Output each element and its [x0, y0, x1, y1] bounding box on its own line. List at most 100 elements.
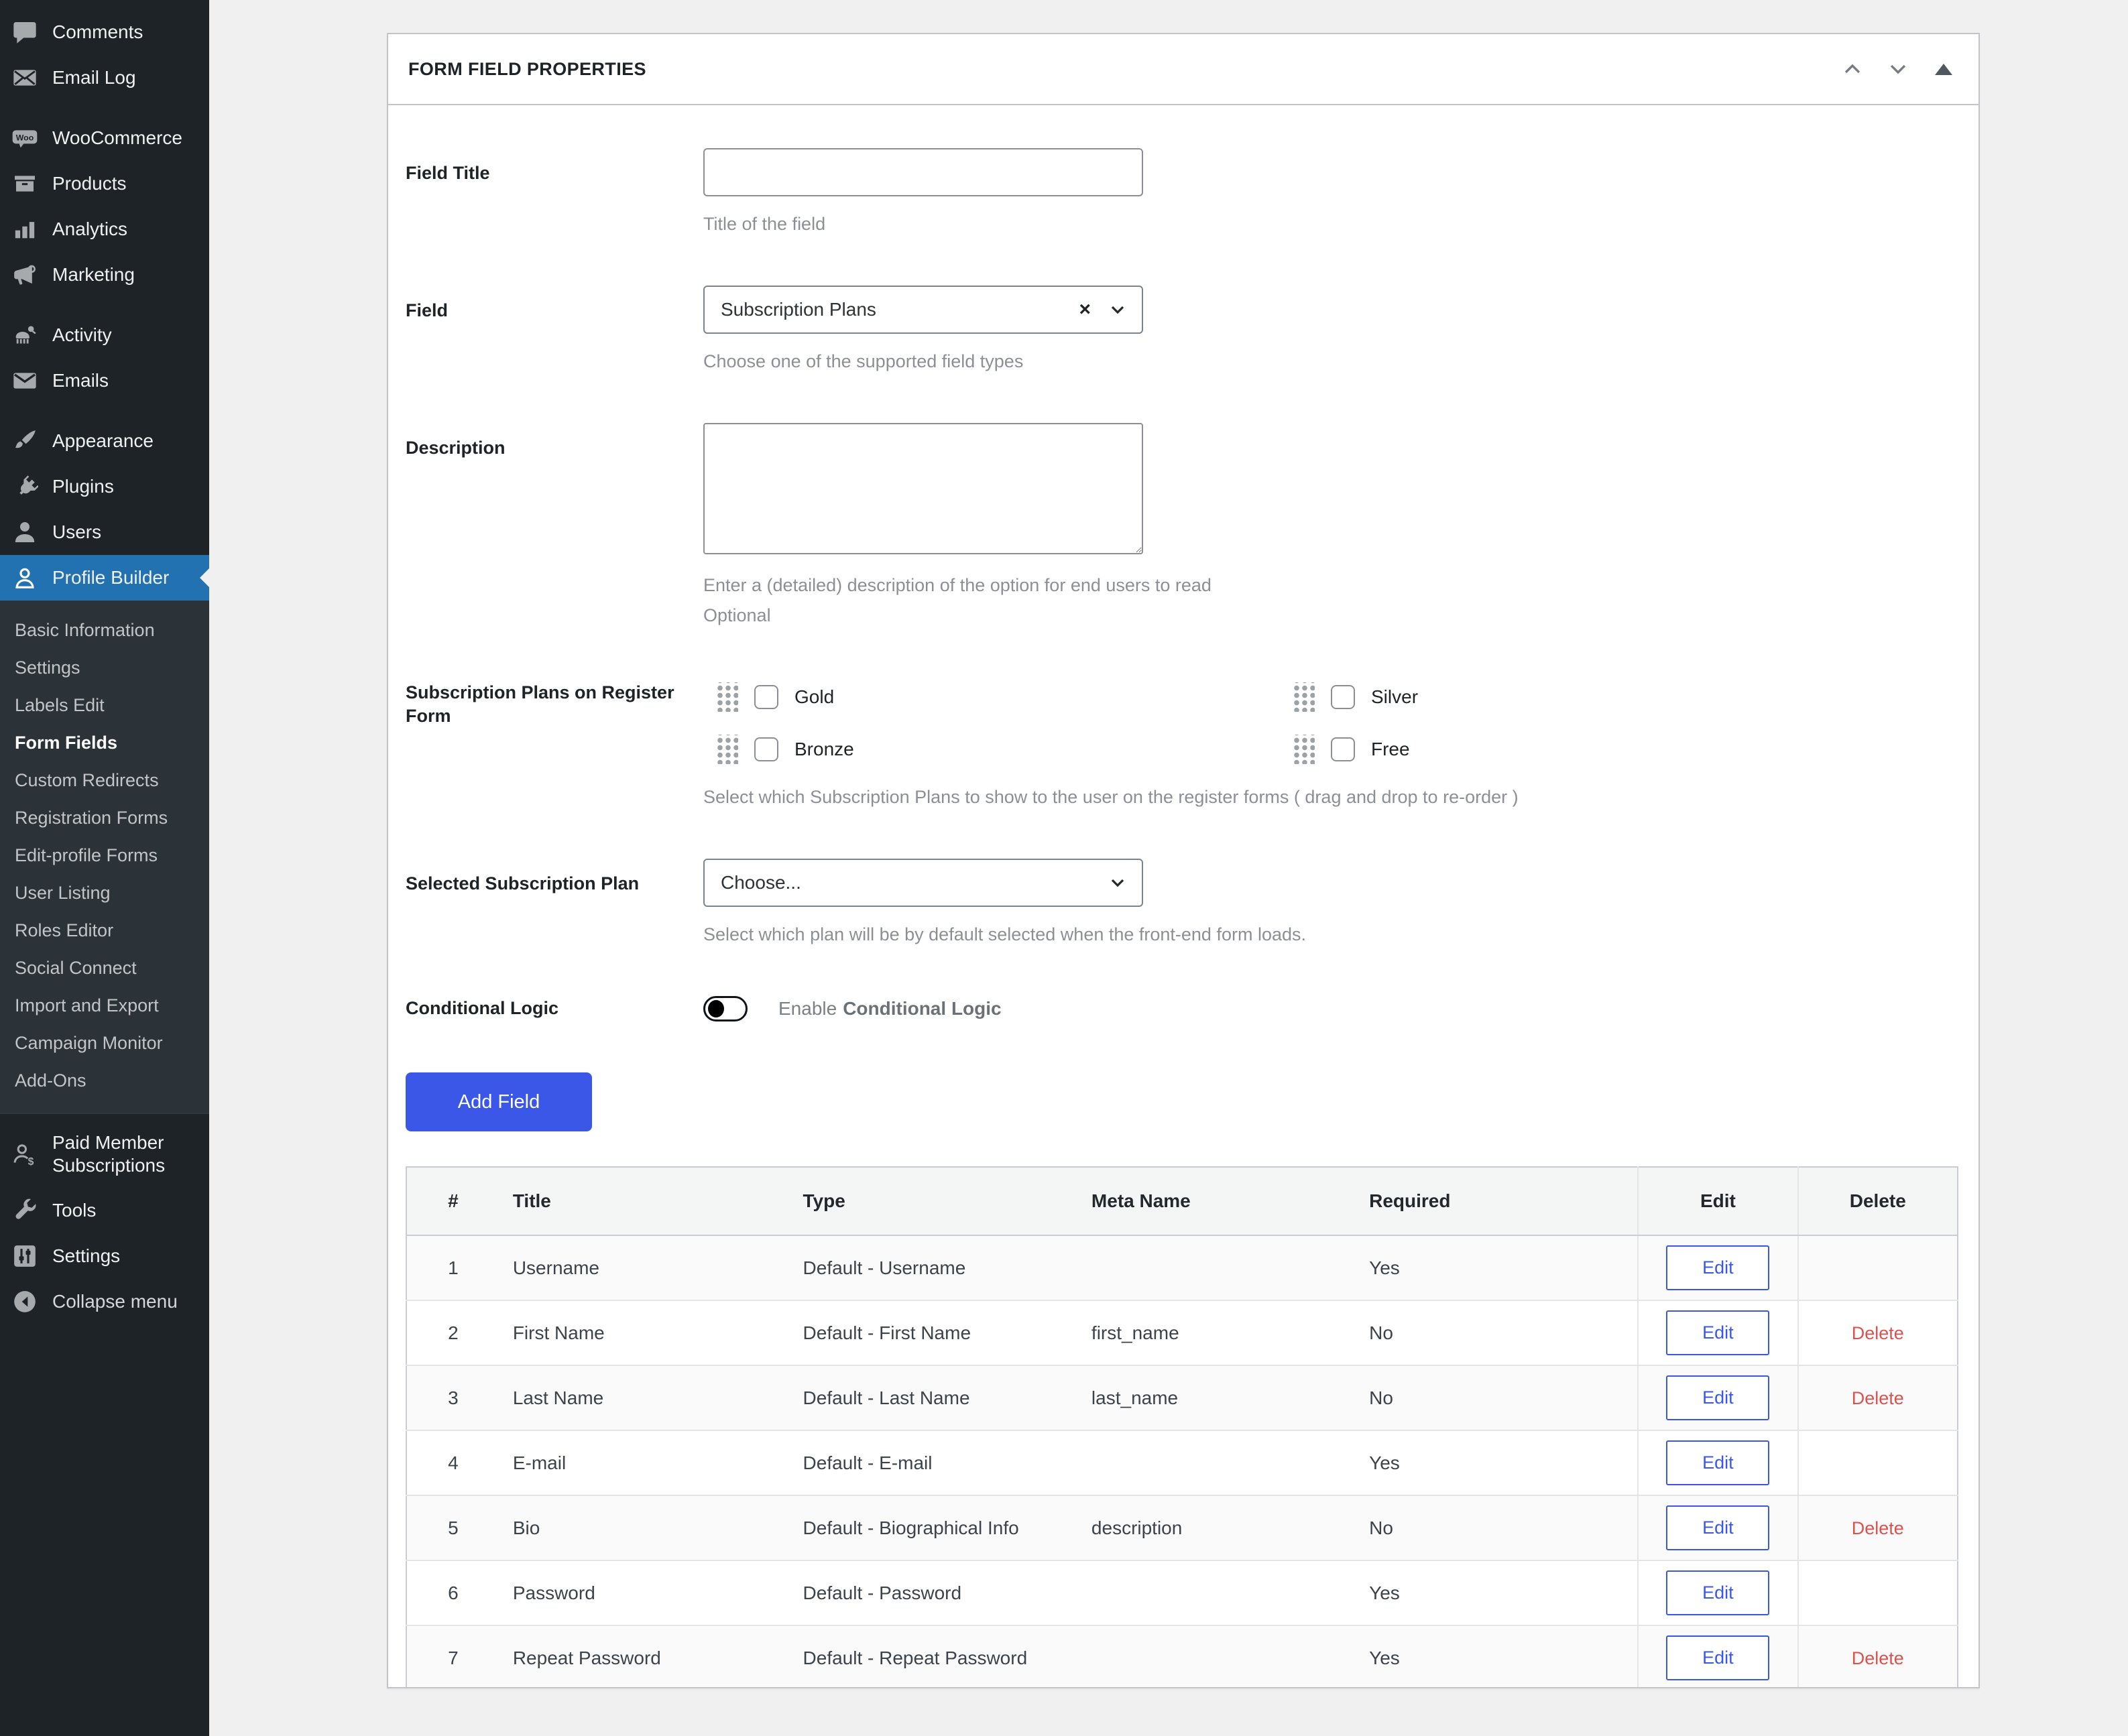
edit-button[interactable]: Edit	[1666, 1375, 1769, 1420]
edit-button[interactable]: Edit	[1666, 1570, 1769, 1615]
sidebar-item-label: Profile Builder	[52, 566, 169, 589]
table-row: 2 First Name Default - First Name first_…	[406, 1300, 1958, 1365]
edit-button[interactable]: Edit	[1666, 1440, 1769, 1485]
sidebar-item-paid-member-subscriptions[interactable]: $ Paid Member Subscriptions	[0, 1121, 209, 1188]
edit-button[interactable]: Edit	[1666, 1635, 1769, 1680]
member-dollar-icon: $	[11, 1140, 39, 1168]
sidebar-item-appearance[interactable]: Appearance	[0, 418, 209, 464]
field-title-row: Field Title Title of the field	[406, 148, 1961, 235]
row-number: 2	[406, 1300, 499, 1365]
sidebar-item-activity[interactable]: Activity	[0, 312, 209, 358]
table-row: 3 Last Name Default - Last Name last_nam…	[406, 1365, 1958, 1430]
toggle-knob	[708, 1000, 724, 1017]
plan-option-label: Silver	[1371, 686, 1418, 708]
selected-plan-control: Choose... Select which plan will be by d…	[703, 859, 1961, 945]
sidebar-item-import-and-export[interactable]: Import and Export	[0, 987, 209, 1024]
delete-link[interactable]: Delete	[1852, 1388, 1904, 1408]
description-textarea[interactable]	[703, 423, 1143, 554]
sidebar-item-social-connect[interactable]: Social Connect	[0, 949, 209, 987]
field-title-help: Title of the field	[703, 214, 1961, 235]
row-title: First Name	[499, 1300, 790, 1365]
col-header-required: Required	[1356, 1167, 1638, 1235]
chevron-down-icon[interactable]	[1107, 872, 1128, 893]
plan-gold-checkbox[interactable]	[754, 685, 778, 709]
delete-link[interactable]: Delete	[1852, 1323, 1904, 1343]
comment-icon	[11, 18, 39, 46]
sidebar-item-tools[interactable]: Tools	[0, 1188, 209, 1233]
sidebar-item-marketing[interactable]: Marketing	[0, 252, 209, 298]
drag-handle-icon[interactable]	[1292, 682, 1315, 712]
sidebar-item-settings[interactable]: Settings	[0, 1233, 209, 1279]
move-up-icon[interactable]	[1838, 54, 1867, 84]
chevron-down-icon[interactable]	[1107, 299, 1128, 320]
sidebar-item-registration-forms[interactable]: Registration Forms	[0, 799, 209, 836]
row-number: 7	[406, 1625, 499, 1688]
sidebar-item-campaign-monitor[interactable]: Campaign Monitor	[0, 1024, 209, 1062]
description-help-2: Optional	[703, 605, 1961, 626]
drag-handle-icon[interactable]	[715, 682, 738, 712]
sidebar-item-labels-edit[interactable]: Labels Edit	[0, 686, 209, 724]
field-row: Field Subscription Plans × Choose one of…	[406, 286, 1961, 372]
sidebar-item-settings-sub[interactable]: Settings	[0, 649, 209, 686]
edit-button[interactable]: Edit	[1666, 1505, 1769, 1550]
sidebar-item-edit-profile-forms[interactable]: Edit-profile Forms	[0, 836, 209, 874]
drag-handle-icon[interactable]	[1292, 735, 1315, 764]
drag-handle-icon[interactable]	[715, 735, 738, 764]
sidebar-item-add-ons[interactable]: Add-Ons	[0, 1062, 209, 1099]
row-meta	[1078, 1430, 1356, 1495]
edit-button[interactable]: Edit	[1666, 1245, 1769, 1290]
plan-bronze-checkbox[interactable]	[754, 737, 778, 761]
sidebar-item-email-log[interactable]: Email Log	[0, 55, 209, 101]
delete-link[interactable]: Delete	[1852, 1518, 1904, 1538]
sidebar-item-analytics[interactable]: Analytics	[0, 206, 209, 252]
sidebar-item-plugins[interactable]: Plugins	[0, 464, 209, 509]
field-title-label: Field Title	[406, 148, 703, 235]
table-row: 6 Password Default - Password Yes Edit	[406, 1560, 1958, 1625]
panel-header: FORM FIELD PROPERTIES	[388, 34, 1978, 105]
plan-option-silver: Silver	[1292, 682, 1961, 712]
form-field-properties-panel: FORM FIELD PROPERTIES Field Title T	[387, 33, 1980, 1688]
brush-icon	[11, 427, 39, 455]
row-number: 1	[406, 1235, 499, 1300]
row-meta: last_name	[1078, 1365, 1356, 1430]
sidebar-item-collapse-menu[interactable]: Collapse menu	[0, 1279, 209, 1324]
sidebar-item-woocommerce[interactable]: Woo WooCommerce	[0, 115, 209, 161]
conditional-logic-toggle[interactable]	[703, 996, 748, 1021]
triangle-up-icon	[1935, 64, 1952, 75]
sidebar-item-form-fields[interactable]: Form Fields	[0, 724, 209, 761]
sidebar-item-roles-editor[interactable]: Roles Editor	[0, 912, 209, 949]
plan-silver-checkbox[interactable]	[1331, 685, 1355, 709]
plans-grid: Gold Silver Bronze	[703, 677, 1961, 764]
sidebar-item-profile-builder[interactable]: Profile Builder	[0, 555, 209, 601]
sidebar-item-label: Settings	[52, 1245, 120, 1267]
envelope-icon	[11, 367, 39, 395]
row-type: Default - First Name	[790, 1300, 1078, 1365]
move-down-icon[interactable]	[1883, 54, 1913, 84]
collapse-circle-icon	[11, 1288, 39, 1316]
sidebar-item-products[interactable]: Products	[0, 161, 209, 206]
edit-button[interactable]: Edit	[1666, 1310, 1769, 1355]
plan-option-free: Free	[1292, 735, 1961, 764]
sidebar-item-users[interactable]: Users	[0, 509, 209, 555]
field-control: Subscription Plans × Choose one of the s…	[703, 286, 1961, 372]
collapse-panel-icon[interactable]	[1929, 54, 1958, 84]
sidebar-item-comments[interactable]: Comments	[0, 9, 209, 55]
field-title-input[interactable]	[703, 148, 1143, 196]
person-outline-icon	[11, 564, 39, 592]
analytics-icon	[11, 215, 39, 243]
row-title: Username	[499, 1235, 790, 1300]
plan-free-checkbox[interactable]	[1331, 737, 1355, 761]
plan-option-gold: Gold	[715, 682, 1280, 712]
conditional-logic-label: Conditional Logic	[406, 997, 703, 1020]
selected-plan-select[interactable]: Choose...	[703, 859, 1143, 907]
field-type-select[interactable]: Subscription Plans ×	[703, 286, 1143, 334]
plan-option-label: Free	[1371, 739, 1410, 760]
sidebar-item-emails[interactable]: Emails	[0, 358, 209, 404]
add-field-button[interactable]: Add Field	[406, 1072, 592, 1131]
description-control: Enter a (detailed) description of the op…	[703, 423, 1961, 626]
sidebar-item-custom-redirects[interactable]: Custom Redirects	[0, 761, 209, 799]
clear-selection-icon[interactable]: ×	[1079, 300, 1107, 320]
delete-link[interactable]: Delete	[1852, 1648, 1904, 1668]
sidebar-item-basic-information[interactable]: Basic Information	[0, 611, 209, 649]
sidebar-item-user-listing[interactable]: User Listing	[0, 874, 209, 912]
